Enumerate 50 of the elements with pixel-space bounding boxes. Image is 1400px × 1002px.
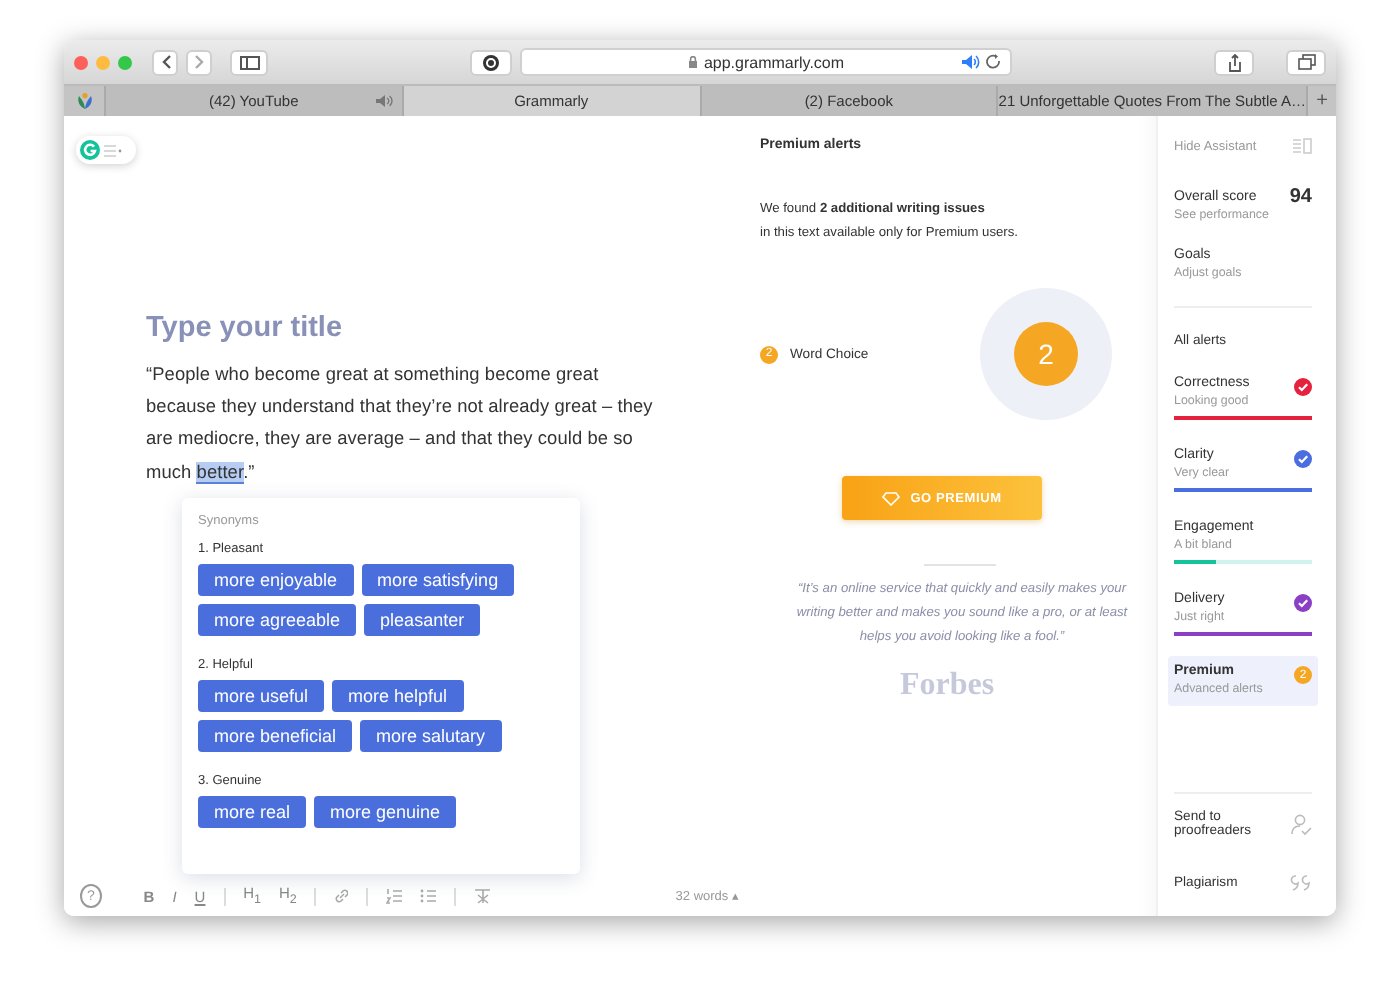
synonym-chip[interactable]: more genuine (314, 796, 457, 828)
check-icon (1294, 594, 1312, 612)
title-placeholder[interactable]: Type your title (146, 312, 343, 344)
back-button[interactable] (152, 49, 178, 75)
speaker-icon[interactable] (962, 54, 980, 70)
sidebar-icon[interactable] (239, 55, 259, 69)
lock-icon (687, 56, 698, 68)
diamond-icon (882, 491, 901, 505)
synonym-chip[interactable]: more useful (198, 680, 325, 712)
check-icon (1294, 450, 1312, 468)
synonym-chip[interactable]: more beneficial (198, 720, 353, 752)
quote-icon[interactable] (1290, 874, 1312, 892)
extension-button[interactable] (470, 49, 512, 75)
check-icon (1294, 378, 1312, 396)
ring-icon[interactable] (482, 53, 500, 71)
synonym-chip[interactable]: pleasanter (364, 604, 481, 636)
person-check-icon[interactable] (1290, 813, 1312, 835)
clear-format-icon[interactable] (473, 888, 490, 904)
synonym-chip[interactable]: more real (198, 796, 307, 828)
tabs-button[interactable] (1286, 49, 1326, 75)
forward-button[interactable] (186, 49, 212, 75)
reload-icon[interactable] (986, 54, 1002, 70)
share-button[interactable] (1214, 49, 1254, 75)
link-icon[interactable] (334, 888, 349, 904)
chevron-right-icon[interactable] (193, 54, 205, 70)
synonym-chip[interactable]: more helpful (332, 680, 464, 712)
tabs-icon[interactable] (1297, 54, 1315, 70)
speaker-icon[interactable] (375, 94, 394, 108)
menu-icon[interactable] (104, 143, 122, 157)
new-tab-button[interactable]: + (1308, 86, 1336, 116)
bullet-list-icon[interactable] (420, 888, 436, 904)
alert-count: 2 (1014, 322, 1078, 386)
quote-source: Forbes (900, 668, 995, 704)
favicon-icon[interactable] (75, 92, 93, 110)
overall-score: 94 (1289, 186, 1312, 208)
document-paragraph[interactable]: “People who become great at something become great because they understand that they’re not already great – they are mediocre, they are average – and that they could be so much better.” (146, 358, 670, 488)
synonym-chip[interactable]: more satisfying (361, 564, 515, 596)
logo[interactable] (80, 140, 100, 160)
chevron-left-icon[interactable] (159, 54, 171, 70)
synonym-chip[interactable]: more salutary (360, 720, 502, 752)
sidebar-button[interactable] (230, 49, 268, 75)
address-field[interactable]: app.grammarly.com (520, 48, 1012, 76)
panel-icon[interactable] (1292, 138, 1312, 154)
minimize-button[interactable] (96, 55, 110, 69)
synonym-chip[interactable]: more enjoyable (198, 564, 354, 596)
close-button[interactable] (74, 55, 88, 69)
zoom-button[interactable] (118, 55, 132, 69)
numbered-list-icon[interactable] (386, 888, 403, 904)
share-icon[interactable] (1227, 53, 1241, 71)
synonym-chip[interactable]: more agreeable (198, 604, 357, 636)
